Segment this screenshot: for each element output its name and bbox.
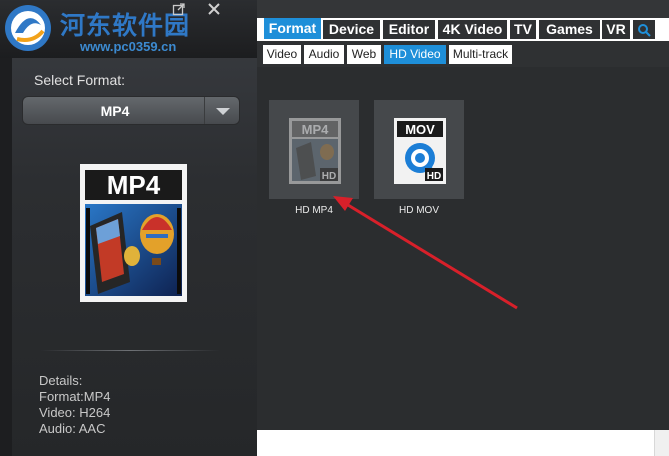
hd-mov-icon: MOV HD	[394, 118, 446, 184]
tab-tv[interactable]: TV	[510, 20, 536, 39]
format-tile-hd-mov[interactable]: MOV HD	[374, 100, 464, 199]
format-label-hd-mov: HD MOV	[399, 205, 439, 216]
bottom-area	[257, 430, 669, 456]
subtab-audio[interactable]: Audio	[304, 45, 344, 64]
subtab-hd-video[interactable]: HD Video	[384, 45, 446, 64]
tab-4k-video[interactable]: 4K Video	[438, 20, 507, 39]
svg-text:MOV: MOV	[405, 122, 435, 137]
format-label-hd-mp4: HD MP4	[295, 205, 333, 216]
tab-games[interactable]: Games	[539, 20, 600, 39]
svg-text:MP4: MP4	[302, 122, 330, 137]
format-tile-hd-mp4[interactable]: MP4 HD	[269, 100, 359, 199]
category-tabs: Format Device Editor 4K Video TV Games V…	[257, 18, 669, 41]
details-heading: Details:	[39, 373, 83, 388]
top-strip	[257, 0, 669, 18]
tab-device[interactable]: Device	[323, 20, 380, 39]
svg-text:HD: HD	[322, 171, 336, 182]
details-audio: Audio: AAC	[39, 421, 106, 436]
right-panel: Format Device Editor 4K Video TV Games V…	[257, 0, 669, 430]
tab-editor[interactable]: Editor	[383, 20, 435, 39]
svg-text:HD: HD	[427, 171, 441, 182]
format-dropdown-value: MP4	[100, 103, 130, 119]
details-format: Format:MP4	[39, 389, 111, 404]
subtab-web[interactable]: Web	[347, 45, 381, 64]
title-bar: 河东软件园 www.pc0359.cn	[0, 0, 257, 58]
scrollbar[interactable]	[654, 430, 669, 456]
watermark-url: www.pc0359.cn	[80, 39, 177, 54]
subcategory-tabs: Video Audio Web HD Video Multi-track	[257, 41, 669, 67]
left-edge	[0, 58, 12, 456]
subtab-multi-track[interactable]: Multi-track	[449, 45, 512, 64]
format-grid: MP4 HD HD MP4 MOV HD HD MOV	[257, 67, 669, 430]
close-icon[interactable]	[206, 2, 222, 18]
big-icon-text: MP4	[107, 170, 161, 200]
left-panel: 河东软件园 www.pc0359.cn Select Format: MP4 M…	[0, 0, 257, 456]
tab-format[interactable]: Format	[264, 18, 321, 39]
hd-mp4-icon: MP4 HD	[289, 118, 341, 184]
tab-vr[interactable]: VR	[602, 20, 630, 39]
select-format-label: Select Format:	[34, 72, 126, 88]
details-video: Video: H264	[39, 405, 111, 420]
restore-icon[interactable]	[171, 2, 187, 18]
subtab-video[interactable]: Video	[263, 45, 301, 64]
chevron-down-icon[interactable]	[204, 97, 239, 124]
format-dropdown[interactable]: MP4	[22, 96, 240, 125]
divider	[40, 350, 220, 351]
mp4-file-icon: MP4	[80, 164, 187, 302]
watermark-logo	[5, 5, 51, 51]
search-icon[interactable]	[633, 20, 655, 39]
